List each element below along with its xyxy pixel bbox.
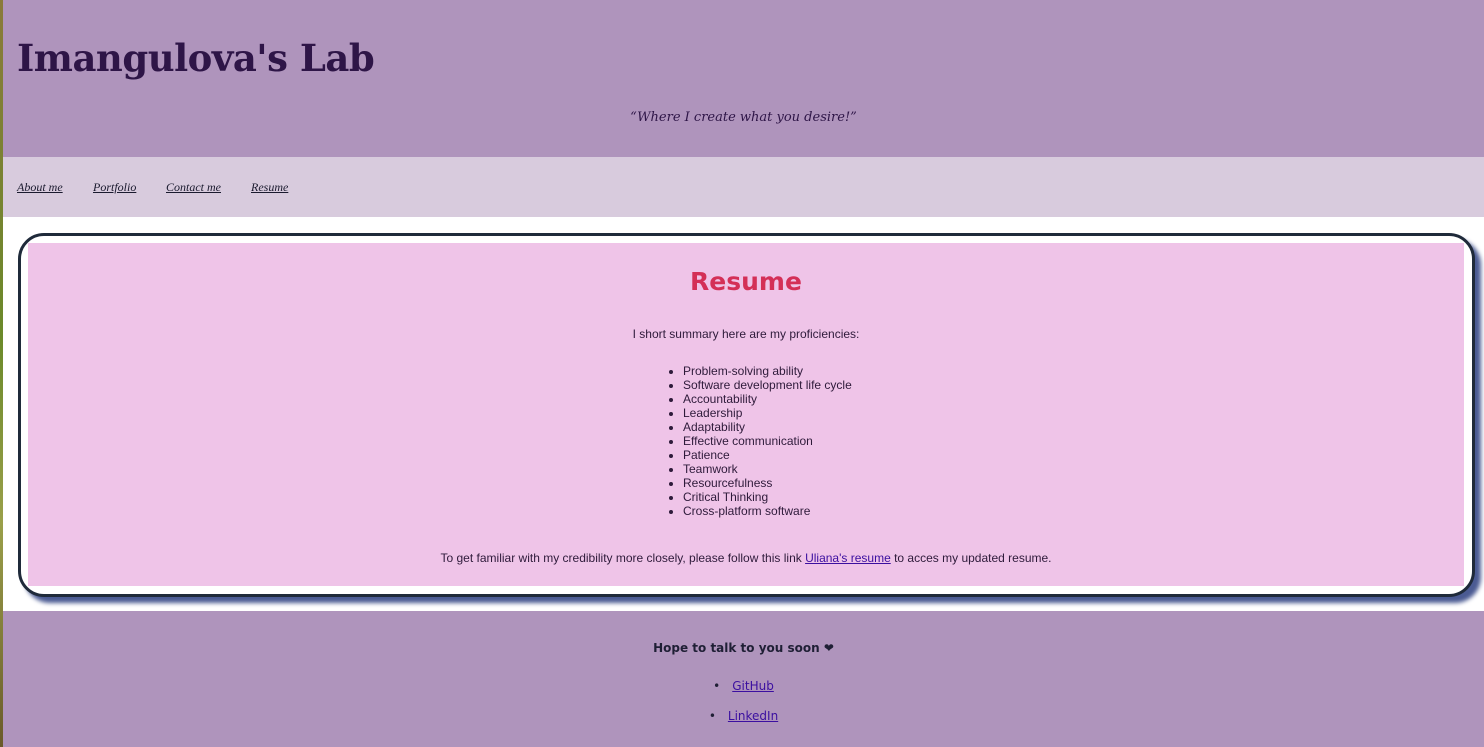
- nav-link-resume[interactable]: Resume: [251, 180, 288, 195]
- site-footer: Hope to talk to you soon ❤ GitHub Linked…: [3, 611, 1484, 747]
- nav-link-portfolio[interactable]: Portfolio: [93, 180, 136, 195]
- nav-link-contact-me[interactable]: Contact me: [166, 180, 221, 195]
- list-item: Patience: [683, 448, 852, 462]
- list-item: Critical Thinking: [683, 490, 852, 504]
- linkedin-link[interactable]: LinkedIn: [728, 709, 778, 723]
- list-item: Effective communication: [683, 434, 852, 448]
- resume-link[interactable]: Uliana's resume: [805, 551, 891, 565]
- skills-list: Problem-solving ability Software develop…: [683, 364, 852, 518]
- list-item: Teamwork: [683, 462, 852, 476]
- list-item: Adaptability: [683, 420, 852, 434]
- list-item: Software development life cycle: [683, 378, 852, 392]
- credibility-text-after: to acces my updated resume.: [890, 551, 1052, 565]
- nav-link-about-me[interactable]: About me: [17, 180, 63, 195]
- resume-summary: I short summary here are my proficiencie…: [632, 327, 860, 341]
- credibility-text: To get familiar with my credibility more…: [28, 551, 1464, 565]
- list-item: LinkedIn: [3, 709, 1484, 739]
- resume-section: Resume I short summary here are my profi…: [28, 243, 1464, 586]
- list-item: Resourcefulness: [683, 476, 852, 490]
- resume-heading: Resume: [690, 267, 802, 296]
- list-item: GitHub: [3, 679, 1484, 709]
- github-link[interactable]: GitHub: [732, 679, 774, 693]
- site-tagline: “Where I create what you desire!”: [630, 110, 857, 125]
- site-title: Imangulova's Lab: [17, 36, 375, 80]
- footer-links-list: GitHub LinkedIn: [3, 679, 1484, 739]
- list-item: Problem-solving ability: [683, 364, 852, 378]
- list-item: Accountability: [683, 392, 852, 406]
- main-nav: About me Portfolio Contact me Resume: [3, 157, 1484, 217]
- site-header: Imangulova's Lab “Where I create what yo…: [3, 0, 1484, 157]
- list-item: Leadership: [683, 406, 852, 420]
- credibility-text-before: To get familiar with my credibility more…: [440, 551, 806, 565]
- footer-message: Hope to talk to you soon ❤: [653, 641, 834, 655]
- list-item: Cross-platform software: [683, 504, 852, 518]
